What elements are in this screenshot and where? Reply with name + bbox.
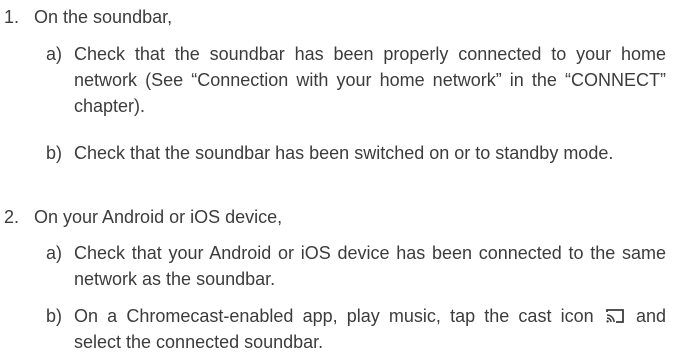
item-text-before-icon: On a Chromecast-enabled app, play music,… [74,306,594,326]
step-2-heading-row: 2. On your Android or iOS device, [0,204,682,230]
item-letter: b) [46,306,63,326]
item-letter: a) [46,44,63,64]
instruction-document: 1. On the soundbar, a) Check that the so… [0,0,682,356]
step-1-heading-row: 1. On the soundbar, [0,4,682,30]
step-2: 2. On your Android or iOS device, [0,204,682,230]
step-heading: On your Android or iOS device, [34,207,283,227]
step-1-item-b: b) Check that the soundbar has been swit… [46,140,666,166]
step-2-item-b: b) On a Chromecast-enabled app, play mus… [46,303,666,355]
item-letter: a) [46,243,63,263]
cast-icon [605,309,624,323]
item-letter: b) [46,143,63,163]
step-1-item-a: a) Check that the soundbar has been prop… [46,41,666,119]
step-heading: On the soundbar, [34,7,173,27]
item-text: Check that your Android or iOS device ha… [74,243,666,289]
step-number: 2. [4,207,20,227]
item-text: Check that the soundbar has been switche… [74,143,614,163]
step-2-item-a: a) Check that your Android or iOS device… [46,240,666,292]
step-number: 1. [4,7,20,27]
step-1: 1. On the soundbar, [0,4,682,30]
item-text: Check that the soundbar has been properl… [74,44,666,116]
item-text-with-icon: On a Chromecast-enabled app, play music,… [74,303,666,355]
